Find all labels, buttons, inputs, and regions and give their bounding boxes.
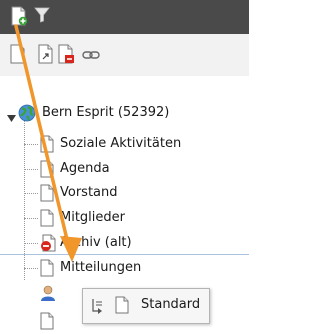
collapse-triangle-icon[interactable] — [7, 109, 16, 131]
tree-item-label: Soziale Aktivitäten — [60, 136, 182, 151]
tree-item[interactable]: Archiv (alt) — [0, 232, 249, 254]
page-icon — [115, 296, 129, 318]
drag-popup-label: Standard — [141, 297, 201, 312]
tree-item-label: Mitteilungen — [60, 260, 142, 275]
new-page-icon[interactable] — [10, 6, 28, 30]
top-toolbar — [0, 0, 249, 34]
tree-item-label: Archiv (alt) — [60, 235, 132, 250]
tree-item-label: Vorstand — [60, 185, 118, 200]
globe-icon — [18, 104, 36, 130]
user-icon — [40, 284, 56, 306]
tree-item[interactable]: Vorstand — [0, 182, 249, 204]
drop-indicator-line — [0, 254, 249, 255]
tree-item[interactable]: Soziale Aktivitäten — [0, 133, 249, 155]
tree-item[interactable]: Agenda — [0, 158, 249, 180]
page-delete-icon[interactable] — [58, 44, 76, 68]
tree-root-label: Bern Esprit (52392) — [42, 105, 170, 120]
page-icon — [40, 259, 54, 285]
tree-item[interactable]: Mitglieder — [0, 207, 249, 229]
filter-icon[interactable] — [34, 7, 50, 27]
tree-item[interactable]: Mitteilungen — [0, 257, 249, 279]
page-toolbar — [0, 34, 249, 77]
page-icon — [40, 312, 54, 334]
tree-item-label: Agenda — [60, 161, 110, 176]
page-link-icon[interactable] — [38, 44, 54, 68]
insert-after-icon — [91, 297, 105, 319]
tree-item-label: Mitglieder — [60, 210, 125, 225]
page-icon[interactable] — [10, 44, 26, 68]
chain-link-icon[interactable] — [82, 49, 100, 64]
tree-root[interactable]: Bern Esprit (52392) — [0, 102, 249, 124]
drag-popup: Standard — [82, 288, 210, 324]
